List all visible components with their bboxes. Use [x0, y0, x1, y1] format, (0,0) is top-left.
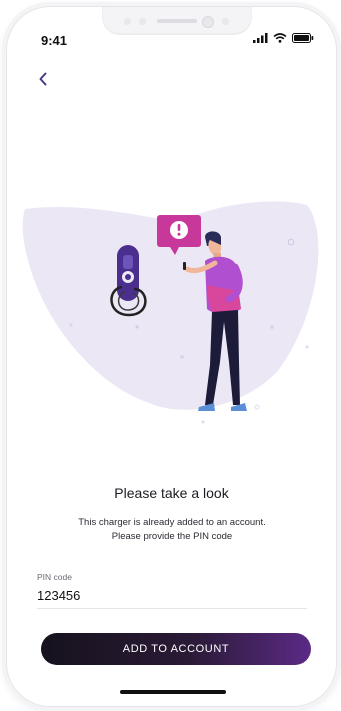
sparkle	[180, 355, 184, 359]
page-title: Please take a look	[114, 485, 229, 501]
pin-code-input[interactable]	[35, 583, 311, 607]
sparkle	[305, 345, 309, 349]
back-button[interactable]	[31, 67, 55, 91]
sparkle	[201, 420, 205, 424]
phone-frame: 9:41 Please take a look This charger is …	[6, 6, 337, 707]
speaker-grille	[157, 19, 197, 23]
pin-code-label: PIN code	[37, 572, 72, 582]
home-indicator	[120, 690, 226, 694]
signal-icon	[253, 33, 268, 43]
page-description: This charger is already added to an acco…	[78, 517, 266, 542]
status-icons	[253, 33, 314, 43]
sparkle	[270, 325, 274, 329]
sensor-dot	[222, 18, 229, 25]
sensor-dot	[139, 18, 146, 25]
charger-illustration	[22, 201, 319, 424]
wifi-icon	[273, 33, 287, 43]
sensor-dot	[124, 18, 131, 25]
sparkle	[135, 325, 139, 329]
sparkle	[69, 323, 73, 327]
add-to-account-button[interactable]: ADD TO ACCOUNT	[41, 633, 311, 665]
sparkle	[254, 404, 260, 410]
pin-code-underline	[37, 608, 307, 609]
chevron-left-icon	[39, 72, 47, 86]
front-camera	[202, 16, 214, 28]
status-time: 9:41	[41, 33, 68, 48]
battery-icon	[292, 33, 314, 43]
device-notch	[102, 7, 252, 35]
